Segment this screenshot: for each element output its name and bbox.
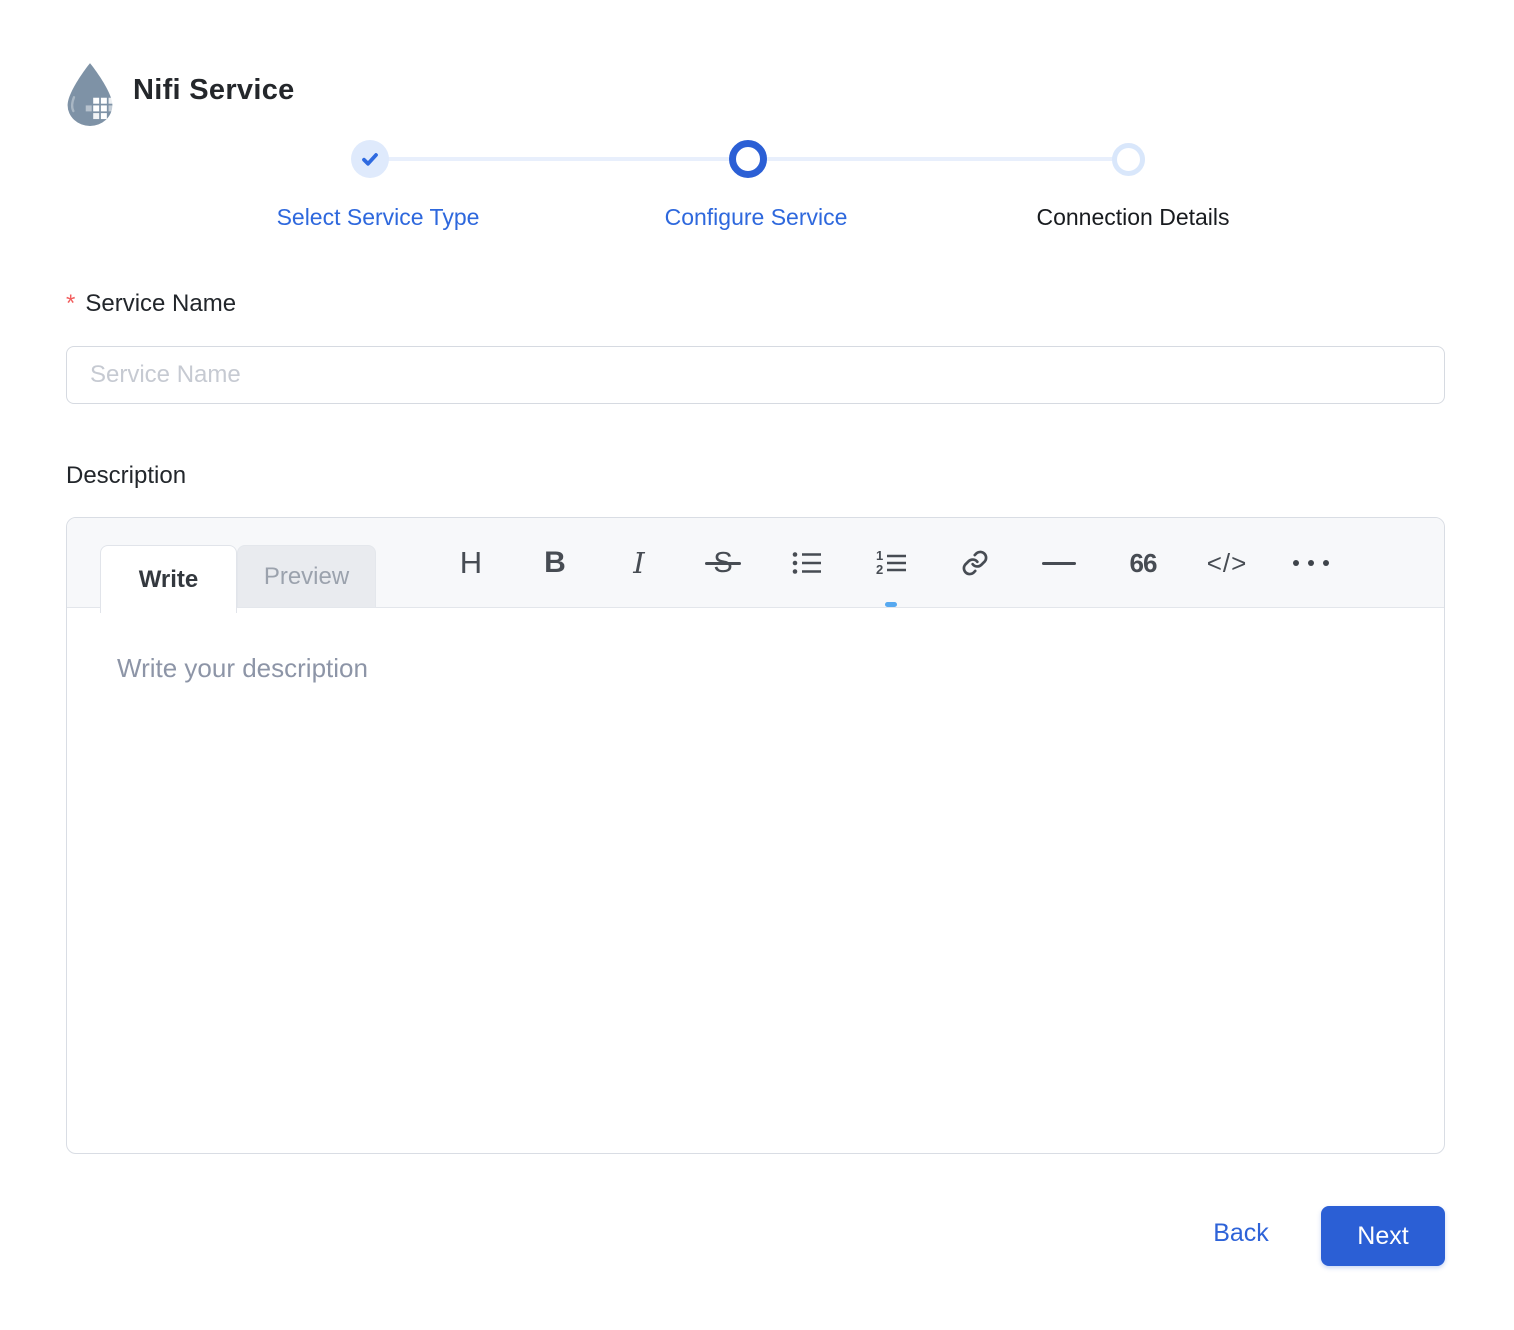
italic-icon[interactable]: I [615,539,663,587]
step-label-select-service-type[interactable]: Select Service Type [218,204,538,231]
ordered-list-icon[interactable]: 1 2 [867,539,915,587]
tab-write[interactable]: Write [100,545,237,613]
tab-preview[interactable]: Preview [237,545,376,608]
bold-icon[interactable]: B [531,539,579,587]
more-icon[interactable] [1287,539,1335,587]
step-label-configure-service[interactable]: Configure Service [596,204,916,231]
step-label-connection-details[interactable]: Connection Details [973,204,1293,231]
back-button[interactable]: Back [1196,1219,1286,1248]
quote-icon[interactable]: 66 [1119,539,1167,587]
step-1-completed-check-icon[interactable] [351,140,389,178]
editor-toolbar: H B I S 1 2 66 </> [447,518,1335,608]
page-title: Nifi Service [133,74,295,106]
step-3-upcoming-indicator[interactable] [1112,143,1145,176]
nifi-droplet-logo [62,62,118,126]
service-name-label-row: * Service Name [66,290,236,318]
description-editor: Write Preview H B I S 1 2 66 </> Write y… [66,517,1445,1154]
next-button[interactable]: Next [1321,1206,1445,1266]
nifi-service-wizard: Nifi Service Select Service Type Configu… [0,0,1514,1330]
description-textarea[interactable] [67,608,1444,1154]
required-asterisk: * [66,290,76,317]
code-icon[interactable]: </> [1203,539,1251,587]
unordered-list-icon[interactable] [783,539,831,587]
description-label: Description [66,462,187,489]
heading-icon[interactable]: H [447,539,495,587]
horizontal-rule-icon[interactable] [1035,539,1083,587]
link-icon[interactable] [951,539,999,587]
step-2-active-indicator[interactable] [729,140,767,178]
svg-text:2: 2 [876,562,883,576]
strikethrough-icon[interactable]: S [699,539,747,587]
service-name-input[interactable] [66,346,1445,404]
service-name-label: Service Name [85,290,237,317]
ordered-list-active-marker [885,602,897,607]
